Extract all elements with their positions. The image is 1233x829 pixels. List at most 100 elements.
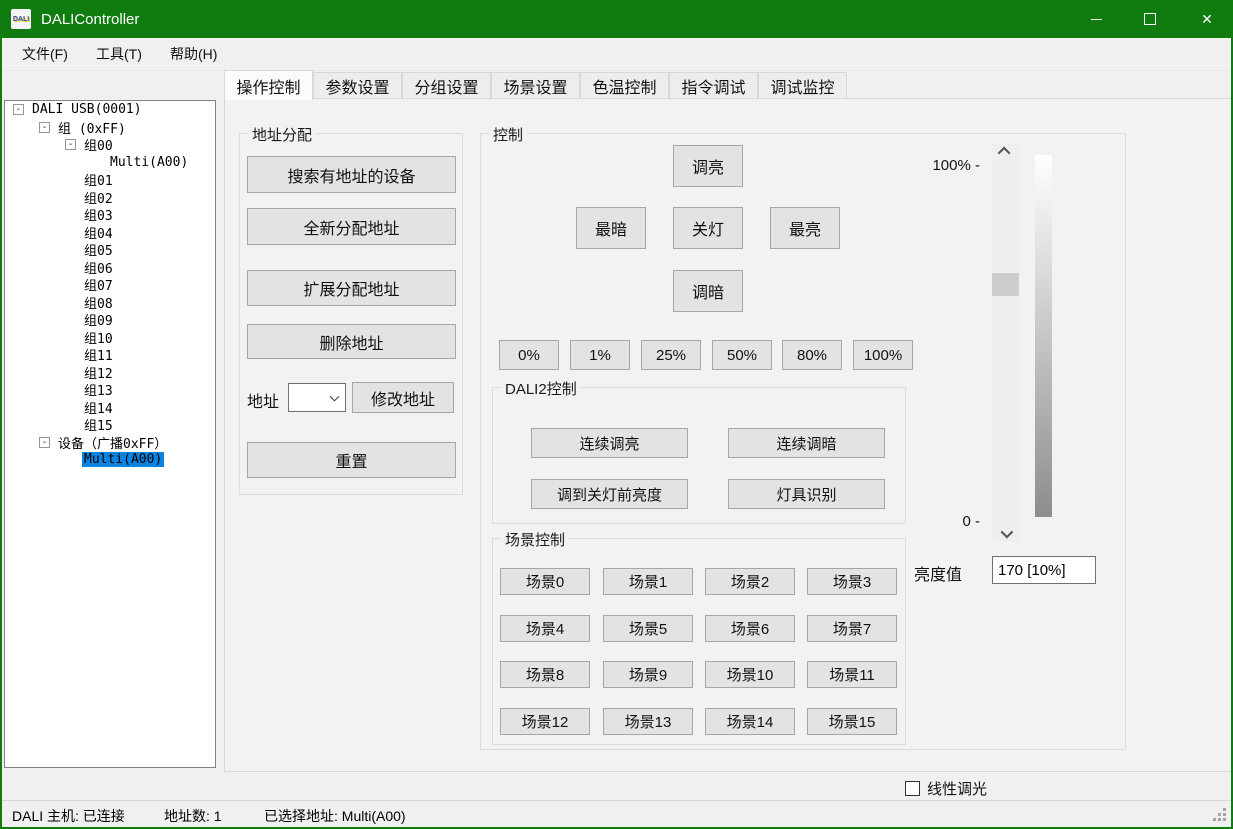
tree-view[interactable]: -DALI USB(0001)-组 (0xFF)-组00Multi(A00)组0… — [4, 100, 216, 768]
address-combobox[interactable] — [288, 383, 346, 412]
tree-item-label: 设备（广播0xFF） — [56, 433, 169, 452]
checkbox-icon[interactable] — [905, 781, 920, 796]
status-address-count: 地址数: 1 — [164, 806, 222, 826]
tree-item[interactable]: -组00 — [5, 136, 215, 154]
menu-help[interactable]: 帮助(H) — [164, 38, 223, 70]
tree-item[interactable]: 组14 — [5, 399, 215, 417]
menu-bar: 文件(F) 工具(T) 帮助(H) — [2, 38, 1231, 71]
tree-item[interactable]: 组08 — [5, 294, 215, 312]
chevron-down-icon — [330, 392, 340, 402]
tree-item[interactable]: Multi(A00) — [5, 154, 215, 172]
tab-6[interactable]: 指令调试 — [669, 72, 758, 99]
collapse-minus-icon[interactable]: - — [65, 139, 76, 150]
search-addressed-devices-button[interactable]: 搜索有地址的设备 — [247, 156, 456, 193]
percent-button[interactable]: 50% — [712, 340, 772, 370]
tab-7[interactable]: 调试监控 — [758, 72, 847, 99]
percent-button[interactable]: 100% — [853, 340, 913, 370]
tree-item[interactable]: 组13 — [5, 381, 215, 399]
percent-button[interactable]: 1% — [570, 340, 630, 370]
tab-5[interactable]: 色温控制 — [580, 72, 669, 99]
chevron-down-icon — [1001, 526, 1014, 539]
reset-button[interactable]: 重置 — [247, 442, 456, 478]
scene-button[interactable]: 场景8 — [500, 661, 590, 688]
continuous-brighten-button[interactable]: 连续调亮 — [531, 428, 688, 458]
scene-button[interactable]: 场景2 — [705, 568, 795, 595]
collapse-minus-icon[interactable]: - — [39, 437, 50, 448]
recall-last-level-button[interactable]: 调到关灯前亮度 — [531, 479, 688, 509]
collapse-minus-icon[interactable]: - — [39, 122, 50, 133]
scene-button[interactable]: 场景5 — [603, 615, 693, 642]
delete-address-button[interactable]: 删除地址 — [247, 324, 456, 359]
tree-item[interactable]: 组10 — [5, 329, 215, 347]
tree-item[interactable]: 组12 — [5, 364, 215, 382]
tree-item[interactable]: 组03 — [5, 206, 215, 224]
scene-button[interactable]: 场景12 — [500, 708, 590, 735]
scene-button[interactable]: 场景10 — [705, 661, 795, 688]
scroll-up-button[interactable] — [992, 143, 1019, 160]
scene-button[interactable]: 场景4 — [500, 615, 590, 642]
tree-item[interactable]: -设备（广播0xFF） — [5, 434, 215, 452]
maximize-button[interactable] — [1127, 0, 1173, 38]
luminaire-identify-button[interactable]: 灯具识别 — [728, 479, 885, 509]
tab-3[interactable]: 分组设置 — [402, 72, 491, 99]
resize-grip[interactable] — [1223, 808, 1226, 811]
scene-button[interactable]: 场景9 — [603, 661, 693, 688]
tree-item[interactable]: 组11 — [5, 346, 215, 364]
tree-item[interactable]: 组02 — [5, 189, 215, 207]
slider-100-label: 100% - — [930, 157, 980, 174]
tree-item[interactable]: 组07 — [5, 276, 215, 294]
scene-button[interactable]: 场景3 — [807, 568, 897, 595]
tree-item[interactable]: 组05 — [5, 241, 215, 259]
tree-item-label: DALI USB(0001) — [30, 102, 144, 117]
brightness-scrollbar[interactable] — [992, 143, 1019, 542]
tree-item-label: 组07 — [82, 275, 115, 294]
scrollbar-thumb[interactable] — [992, 273, 1019, 296]
linear-dimming-checkbox[interactable]: 线性调光 — [905, 778, 987, 799]
scene-button[interactable]: 场景13 — [603, 708, 693, 735]
tree-item[interactable]: 组06 — [5, 259, 215, 277]
tree-item[interactable]: -DALI USB(0001) — [5, 101, 215, 119]
scene-button[interactable]: 场景11 — [807, 661, 897, 688]
scene-button[interactable]: 场景0 — [500, 568, 590, 595]
brighten-button[interactable]: 调亮 — [673, 145, 743, 187]
menu-file[interactable]: 文件(F) — [16, 38, 74, 70]
dim-button[interactable]: 调暗 — [673, 270, 743, 312]
light-off-button[interactable]: 关灯 — [673, 207, 743, 249]
tab-4[interactable]: 场景设置 — [491, 72, 580, 99]
brightness-value-field[interactable]: 170 [10%] — [992, 556, 1096, 584]
continuous-dim-button[interactable]: 连续调暗 — [728, 428, 885, 458]
control-group-title: 控制 — [489, 124, 527, 145]
tree-item-label: 组01 — [82, 170, 115, 189]
tree-item[interactable]: 组15 — [5, 416, 215, 434]
close-button[interactable]: ✕ — [1184, 0, 1230, 38]
scene-button[interactable]: 场景15 — [807, 708, 897, 735]
tree-item[interactable]: -组 (0xFF) — [5, 119, 215, 137]
brightest-button[interactable]: 最亮 — [770, 207, 840, 249]
tree-item[interactable]: 组04 — [5, 224, 215, 242]
tree-item[interactable]: 组01 — [5, 171, 215, 189]
status-bar: DALI 主机: 已连接 地址数: 1 已选择地址: Multi(A00) — [2, 800, 1231, 828]
scene-button[interactable]: 场景7 — [807, 615, 897, 642]
percent-button[interactable]: 0% — [499, 340, 559, 370]
percent-button[interactable]: 80% — [782, 340, 842, 370]
modify-address-button[interactable]: 修改地址 — [352, 382, 454, 413]
darkest-button[interactable]: 最暗 — [576, 207, 646, 249]
scene-button[interactable]: 场景1 — [603, 568, 693, 595]
scene-group-title: 场景控制 — [501, 529, 569, 550]
tree-item-label: 组15 — [82, 415, 115, 434]
assign-new-address-button[interactable]: 全新分配地址 — [247, 208, 456, 245]
scroll-down-button[interactable] — [992, 525, 1019, 542]
scene-button[interactable]: 场景6 — [705, 615, 795, 642]
scene-button[interactable]: 场景14 — [705, 708, 795, 735]
menu-tools[interactable]: 工具(T) — [90, 38, 148, 70]
percent-button[interactable]: 25% — [641, 340, 701, 370]
titlebar: DALI DALIController — [2, 0, 1231, 38]
minimize-button[interactable] — [1073, 0, 1119, 38]
tree-item[interactable]: Multi(A00) — [5, 451, 215, 469]
collapse-minus-icon[interactable]: - — [13, 104, 24, 115]
tab-2[interactable]: 参数设置 — [313, 72, 402, 99]
extend-assign-address-button[interactable]: 扩展分配地址 — [247, 270, 456, 306]
tree-item[interactable]: 组09 — [5, 311, 215, 329]
tab-1[interactable]: 操作控制 — [224, 70, 313, 100]
address-label: 地址 — [247, 388, 279, 412]
